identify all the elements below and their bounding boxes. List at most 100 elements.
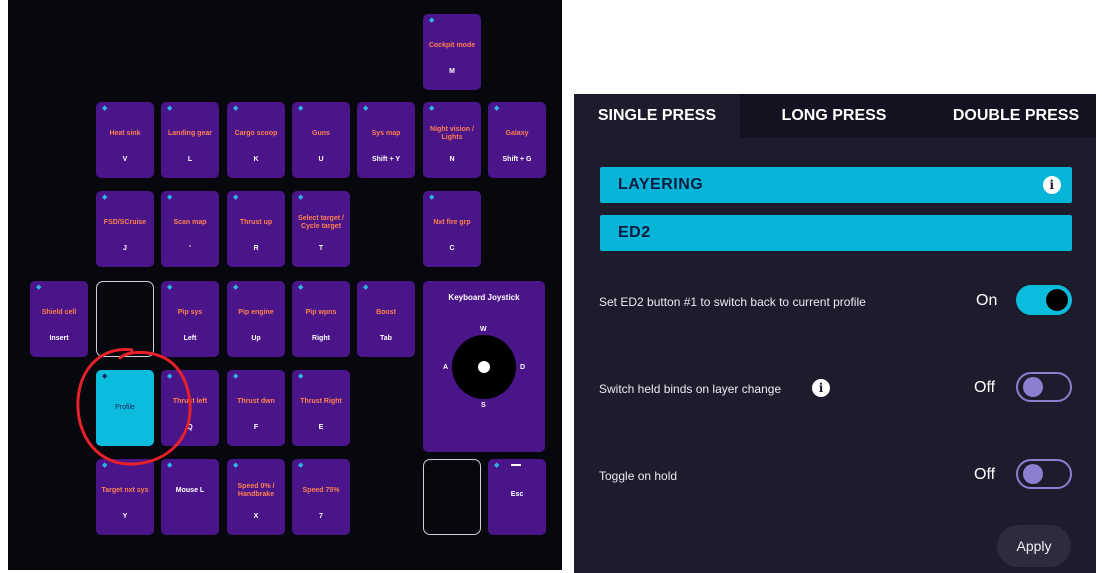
key-label: Nxt fire grp <box>433 219 471 226</box>
key-binding: 7 <box>319 513 323 520</box>
joystick-pad[interactable] <box>452 335 516 399</box>
key-label: Target nxt sys <box>101 487 149 494</box>
key-label: Cockpit mode <box>428 42 476 49</box>
key-label: Cargo scoop <box>234 130 278 137</box>
key-label: Scan map <box>173 219 207 226</box>
toggle-thumb <box>1023 377 1043 397</box>
layer-dot-icon: ◆ <box>363 105 369 112</box>
toggle-thumb <box>1046 289 1068 311</box>
key-label: Boost <box>376 309 396 316</box>
key-label: Pip engine <box>238 309 274 316</box>
key-label: Esc <box>510 491 524 498</box>
key-pip-engine[interactable]: ◆ Pip engine Up <box>227 281 285 357</box>
layering-bar[interactable]: LAYERING i <box>600 167 1072 203</box>
key-night-vision[interactable]: ◆ Night vision / Lights N <box>423 102 481 178</box>
key-label: Thrust left <box>172 398 208 405</box>
layer-dot-icon: ◆ <box>167 462 173 469</box>
key-pip-wpns[interactable]: ◆ Pip wpns Right <box>292 281 350 357</box>
tab-single-press[interactable]: SINGLE PRESS <box>574 94 740 138</box>
key-binding: F <box>253 424 259 431</box>
key-binding: N <box>449 156 455 163</box>
key-binding: M <box>449 68 455 75</box>
minus-icon <box>511 464 521 466</box>
keyboard-joystick[interactable]: Keyboard Joystick W A D S <box>423 281 545 452</box>
key-thrust-up[interactable]: ◆ Thrust up R <box>227 191 285 267</box>
key-select-target[interactable]: ◆ Select target / Cycle target T <box>292 191 350 267</box>
joystick-knob[interactable] <box>478 361 490 373</box>
key-binding: Left <box>183 335 197 342</box>
held-binds-toggle[interactable] <box>1016 372 1072 402</box>
key-label: Sys map <box>371 130 401 137</box>
key-cargo-scoop[interactable]: ◆ Cargo scoop K <box>227 102 285 178</box>
layer-dot-icon: ◆ <box>494 105 500 112</box>
layer-dot-icon: ◆ <box>298 284 304 291</box>
key-heat-sink[interactable]: ◆ Heat sink V <box>96 102 154 178</box>
key-label: FSD/SCruise <box>103 219 147 226</box>
key-label: Profile <box>115 404 135 411</box>
key-label: Guns <box>312 130 330 137</box>
option-toggle-hold-label: Toggle on hold <box>599 469 678 483</box>
key-pip-sys[interactable]: ◆ Pip sys Left <box>161 281 219 357</box>
layer-dot-icon: ◆ <box>429 194 435 201</box>
key-binding: Right <box>312 335 330 342</box>
key-binding: Insert <box>49 335 69 342</box>
key-label: Mouse L <box>175 487 205 494</box>
key-profile[interactable]: ◆ Profile <box>96 370 154 446</box>
key-scan-map[interactable]: ◆ Scan map ' <box>161 191 219 267</box>
profile-bar[interactable]: ED2 <box>600 215 1072 251</box>
key-thrust-dwn[interactable]: ◆ Thrust dwn F <box>227 370 285 446</box>
key-shield-cell[interactable]: ◆ Shield cell Insert <box>30 281 88 357</box>
key-mouse-l[interactable]: ◆ Mouse L <box>161 459 219 535</box>
press-type-tabs: SINGLE PRESS LONG PRESS DOUBLE PRESS <box>574 94 1096 138</box>
key-binding: C <box>449 245 455 252</box>
key-empty-slot[interactable] <box>96 281 154 357</box>
key-sys-map[interactable]: ◆ Sys map Shift + Y <box>357 102 415 178</box>
key-galaxy[interactable]: ◆ Galaxy Shift + G <box>488 102 546 178</box>
key-binding: Q <box>187 424 193 431</box>
layering-label: LAYERING <box>618 176 704 193</box>
key-speed-75[interactable]: ◆ Speed 75% 7 <box>292 459 350 535</box>
toggle-on-hold-toggle[interactable] <box>1016 459 1072 489</box>
key-binding: ' <box>189 245 191 252</box>
layer-dot-icon: ◆ <box>298 194 304 201</box>
key-esc[interactable]: ◆ Esc <box>488 459 546 535</box>
key-binding: V <box>122 156 128 163</box>
info-icon[interactable]: i <box>812 379 830 397</box>
key-boost[interactable]: ◆ Boost Tab <box>357 281 415 357</box>
toggle-thumb <box>1023 464 1043 484</box>
key-binding: Y <box>122 513 128 520</box>
key-binding: Tab <box>380 335 392 342</box>
key-speed-0[interactable]: ◆ Speed 0% / Handbrake X <box>227 459 285 535</box>
layer-dot-icon: ◆ <box>363 284 369 291</box>
key-binding: U <box>318 156 324 163</box>
option-switch-back-state: On <box>976 292 998 309</box>
key-binding: X <box>253 513 259 520</box>
layer-dot-icon: ◆ <box>494 462 500 469</box>
layer-dot-icon: ◆ <box>298 373 304 380</box>
key-binding: E <box>318 424 324 431</box>
layer-dot-icon: ◆ <box>429 17 435 24</box>
apply-button[interactable]: Apply <box>997 525 1071 567</box>
key-fsd-scruise[interactable]: ◆ FSD/SCruise J <box>96 191 154 267</box>
option-held-binds-label: Switch held binds on layer change <box>599 382 782 396</box>
tab-long-press[interactable]: LONG PRESS <box>754 94 914 138</box>
key-empty-slot[interactable] <box>423 459 481 535</box>
key-landing-gear[interactable]: ◆ Landing gear L <box>161 102 219 178</box>
tab-double-press[interactable]: DOUBLE PRESS <box>936 94 1096 138</box>
key-thrust-left[interactable]: ◆ Thrust left Q <box>161 370 219 446</box>
joystick-down-label: S <box>481 402 486 409</box>
switch-back-toggle[interactable] <box>1016 285 1072 315</box>
key-thrust-right[interactable]: ◆ Thrust Right E <box>292 370 350 446</box>
layer-dot-icon: ◆ <box>102 373 108 380</box>
info-icon[interactable]: i <box>1043 176 1061 194</box>
key-label: Pip wpns <box>305 309 337 316</box>
key-cockpit-mode[interactable]: ◆ Cockpit mode M <box>423 14 481 90</box>
key-binding: J <box>123 245 127 252</box>
key-label: Thrust up <box>239 219 273 226</box>
layer-dot-icon: ◆ <box>167 284 173 291</box>
key-label: Speed 75% <box>302 487 340 494</box>
key-nxt-fire-grp[interactable]: ◆ Nxt fire grp C <box>423 191 481 267</box>
key-guns[interactable]: ◆ Guns U <box>292 102 350 178</box>
key-target-nxt-sys[interactable]: ◆ Target nxt sys Y <box>96 459 154 535</box>
layer-dot-icon: ◆ <box>167 373 173 380</box>
